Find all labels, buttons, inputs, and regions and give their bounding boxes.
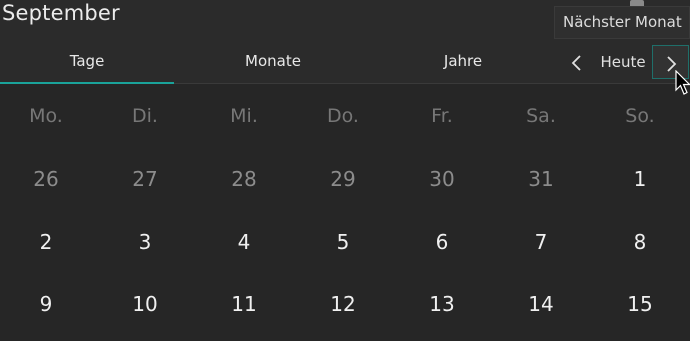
- day-cell[interactable]: 30: [393, 148, 491, 210]
- day-cell[interactable]: 2: [0, 211, 95, 273]
- next-month-tooltip: Nächster Monat: [554, 6, 690, 39]
- calendar-header: September Nächster Monat: [0, 0, 690, 40]
- tab-years[interactable]: Jahre: [372, 40, 554, 83]
- weekday-tue: Di.: [132, 105, 158, 127]
- weekday-sat: Sa.: [526, 105, 556, 127]
- day-cell[interactable]: 31: [492, 148, 590, 210]
- day-cell[interactable]: 12: [294, 273, 392, 335]
- day-cell[interactable]: 29: [294, 148, 392, 210]
- day-cell[interactable]: 1: [591, 148, 689, 210]
- day-cell[interactable]: 8: [591, 211, 689, 273]
- day-cell[interactable]: 3: [96, 211, 194, 273]
- weekday-fri: Fr.: [431, 105, 453, 127]
- day-cell[interactable]: 7: [492, 211, 590, 273]
- day-cell[interactable]: 28: [195, 148, 293, 210]
- day-cell[interactable]: 6: [393, 211, 491, 273]
- tab-months[interactable]: Monate: [174, 40, 372, 83]
- day-cell[interactable]: 14: [492, 273, 590, 335]
- day-cell[interactable]: 15: [591, 273, 689, 335]
- day-cell[interactable]: 13: [393, 273, 491, 335]
- day-cell[interactable]: 11: [195, 273, 293, 335]
- tab-days[interactable]: Tage: [0, 40, 174, 84]
- calendar-grid: Mo. Di. Mi. Do. Fr. Sa. So. 26 27 28 29 …: [0, 85, 690, 341]
- day-cell[interactable]: 9: [0, 273, 95, 335]
- day-cell[interactable]: 4: [195, 211, 293, 273]
- chevron-left-icon: [571, 54, 581, 71]
- day-cell[interactable]: 27: [96, 148, 194, 210]
- weekday-mon: Mo.: [29, 105, 63, 127]
- view-tabs: Tage Monate Jahre Heute: [0, 40, 690, 84]
- weekday-wed: Mi.: [230, 105, 258, 127]
- day-cell[interactable]: 5: [294, 211, 392, 273]
- today-button[interactable]: Heute: [595, 48, 651, 76]
- day-cell[interactable]: 26: [0, 148, 95, 210]
- day-cell[interactable]: 10: [96, 273, 194, 335]
- weekday-sun: So.: [625, 105, 655, 127]
- weekday-thu: Do.: [327, 105, 359, 127]
- month-title[interactable]: September: [2, 1, 120, 25]
- previous-month-button[interactable]: [565, 48, 589, 76]
